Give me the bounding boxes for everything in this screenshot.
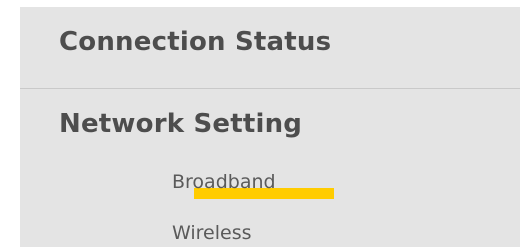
network-setting-heading[interactable]: Network Setting <box>59 111 302 137</box>
connection-status-heading[interactable]: Connection Status <box>59 29 331 55</box>
submenu-item-broadband[interactable]: Broadband <box>172 173 276 192</box>
submenu-item-wireless[interactable]: Wireless <box>172 224 252 243</box>
